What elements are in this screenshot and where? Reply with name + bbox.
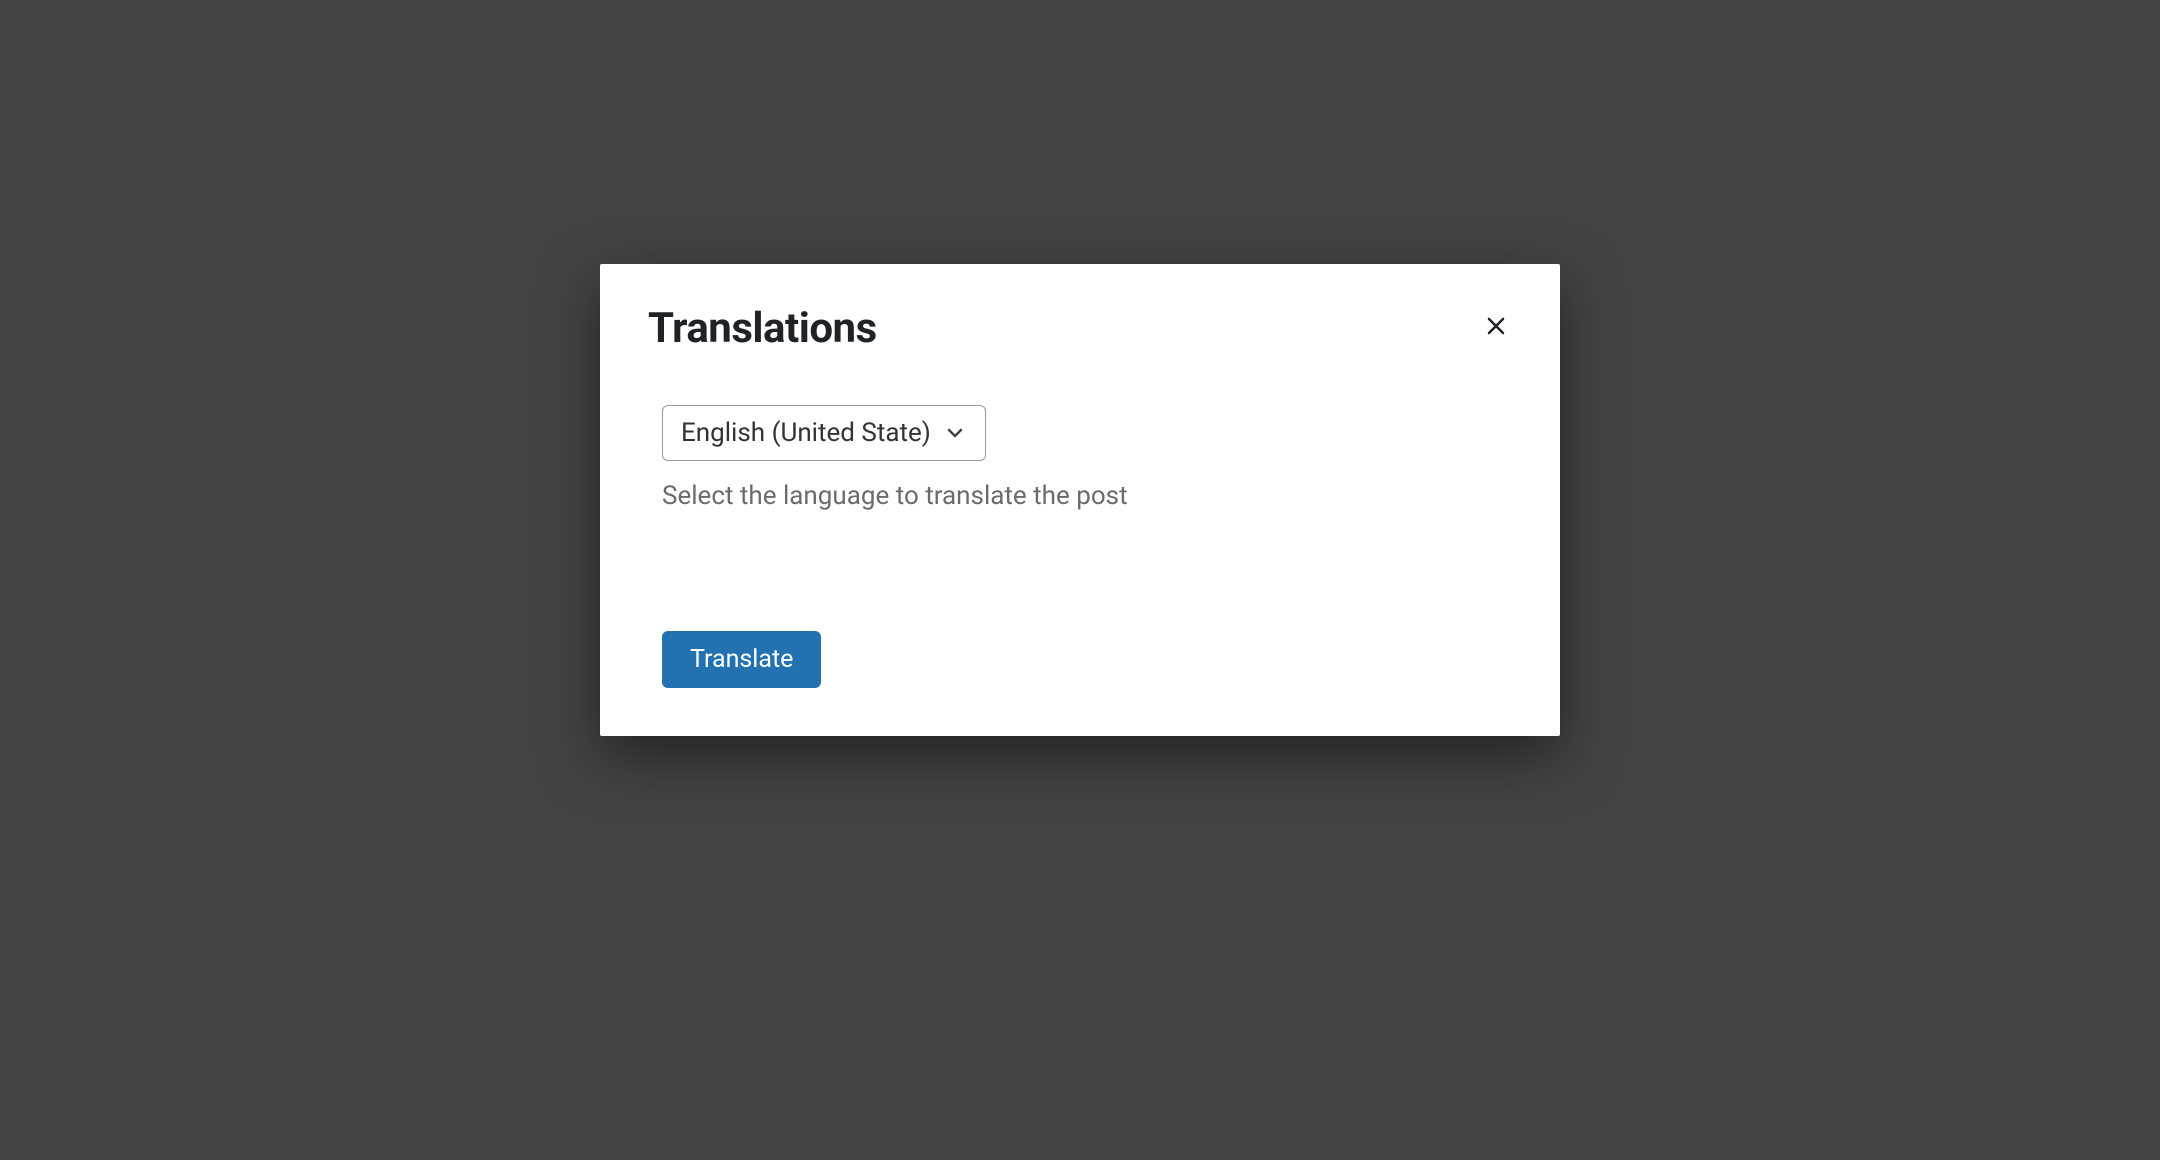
language-select-value: English (United State) — [681, 418, 931, 448]
translate-button[interactable]: Translate — [662, 631, 821, 688]
modal-body: English (United State) Select the langua… — [648, 405, 1512, 511]
helper-text: Select the language to translate the pos… — [662, 481, 1512, 511]
language-select[interactable]: English (United State) — [662, 405, 986, 461]
chevron-down-icon — [943, 421, 967, 445]
close-icon — [1484, 314, 1508, 338]
close-button[interactable] — [1480, 310, 1512, 342]
modal-footer: Translate — [648, 631, 1512, 688]
modal-title: Translations — [648, 304, 877, 353]
translations-modal: Translations English (United State) Sele… — [600, 264, 1560, 736]
modal-header: Translations — [648, 304, 1512, 353]
